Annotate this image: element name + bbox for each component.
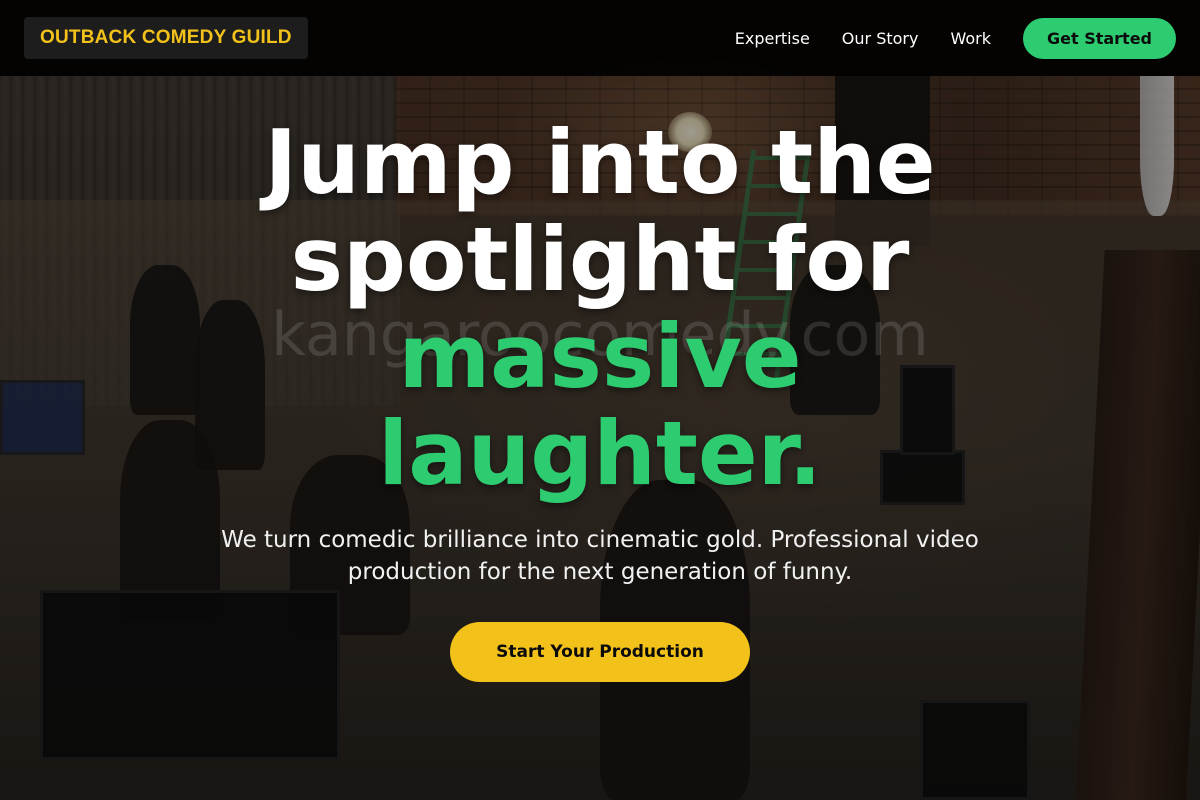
site-logo[interactable]: OUTBACK COMEDY GUILD	[24, 17, 308, 59]
nav-link-expertise[interactable]: Expertise	[735, 29, 810, 48]
nav-menu: Expertise Our Story Work Get Started	[735, 17, 1176, 59]
start-production-button[interactable]: Start Your Production	[450, 622, 750, 682]
hero-section: Jump into the spotlight for massive laug…	[0, 76, 1200, 800]
headline-line-1: Jump into the	[264, 111, 936, 214]
hero-subtitle: We turn comedic brilliance into cinemati…	[221, 527, 979, 585]
nav-link-work[interactable]: Work	[950, 29, 991, 48]
headline-line-2: spotlight for	[290, 208, 910, 311]
get-started-button[interactable]: Get Started	[1022, 17, 1176, 59]
hero-headline: Jump into the spotlight for massive laug…	[100, 114, 1100, 502]
headline-accent-line-1: massive	[398, 305, 802, 408]
nav-link-our-story[interactable]: Our Story	[842, 29, 919, 48]
top-navigation: OUTBACK COMEDY GUILD Expertise Our Story…	[0, 0, 1200, 76]
headline-accent-line-2: laughter.	[378, 402, 822, 505]
